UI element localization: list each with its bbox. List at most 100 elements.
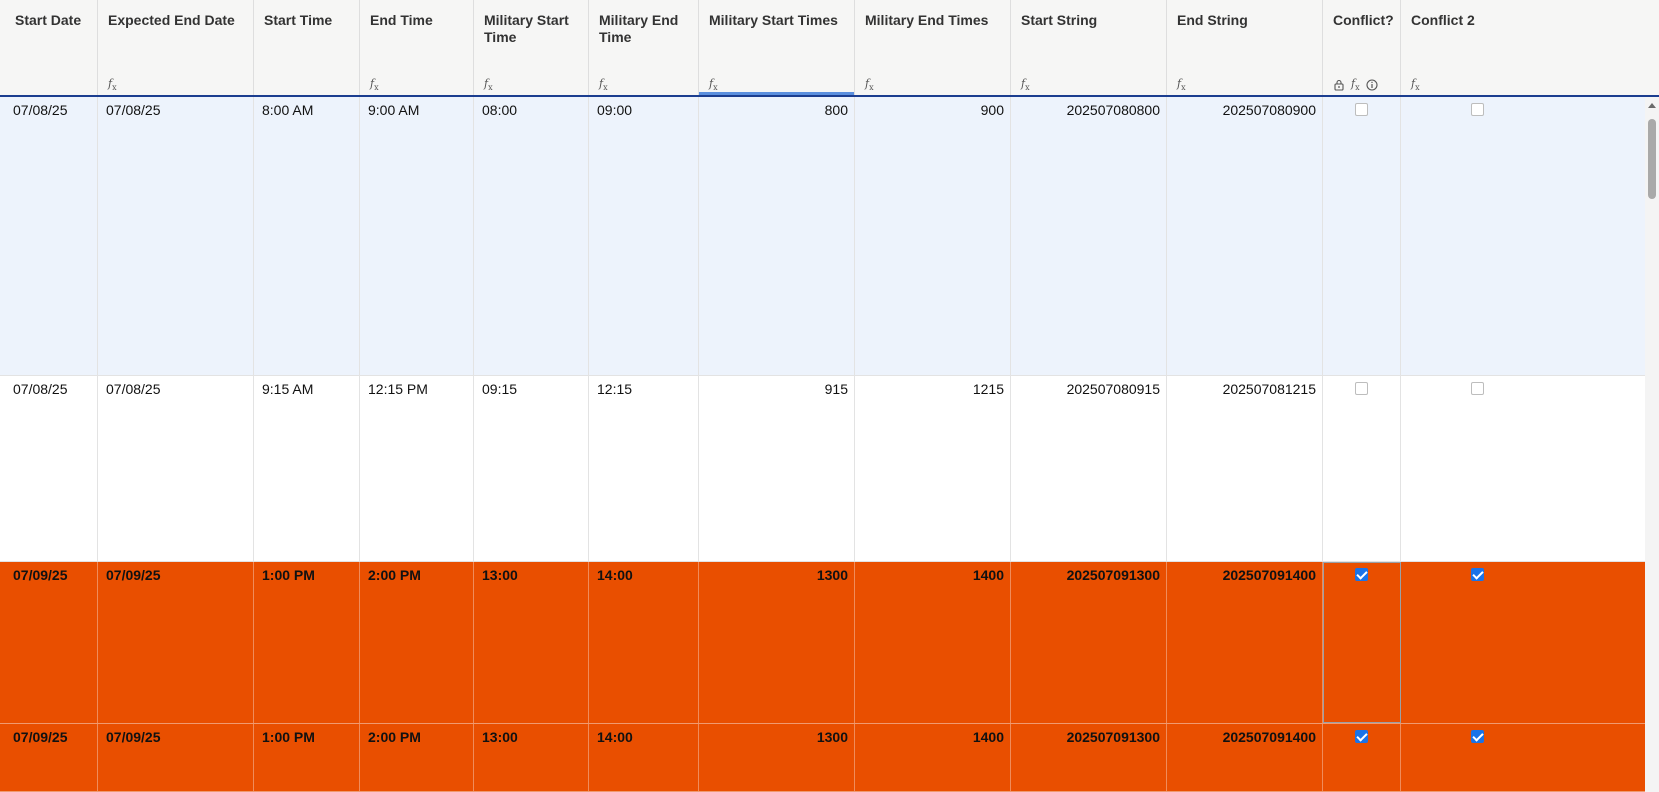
- cell-start-time[interactable]: 1:00 PM: [254, 562, 360, 723]
- cell-military-start-time[interactable]: 08:00: [474, 97, 589, 375]
- cell-conflict[interactable]: [1323, 562, 1401, 723]
- fx-icon: fx: [484, 77, 493, 93]
- sheet-grid: Start Date Expected End Date fx Start Ti…: [0, 0, 1659, 792]
- col-header-military-start-time[interactable]: Military Start Time fx: [474, 0, 589, 95]
- table-row[interactable]: 07/09/25 07/09/25 1:00 PM 2:00 PM 13:00 …: [0, 724, 1645, 792]
- cell-military-start-times[interactable]: 915: [699, 376, 855, 561]
- col-label: End String: [1177, 12, 1248, 28]
- cell-military-end-time[interactable]: 14:00: [589, 562, 699, 723]
- info-icon[interactable]: [1366, 79, 1378, 91]
- conflict-checkbox[interactable]: [1355, 730, 1368, 743]
- header-scroll-corner: [1645, 0, 1659, 97]
- cell-start-date[interactable]: 07/08/25: [5, 97, 98, 375]
- cell-end-time[interactable]: 2:00 PM: [360, 724, 474, 791]
- conflict-2-checkbox[interactable]: [1471, 103, 1484, 116]
- col-header-expected-end-date[interactable]: Expected End Date fx: [98, 0, 254, 95]
- cell-military-end-time[interactable]: 14:00: [589, 724, 699, 791]
- cell-start-string[interactable]: 202507080800: [1011, 97, 1167, 375]
- cell-military-start-times[interactable]: 1300: [699, 724, 855, 791]
- col-header-military-end-times[interactable]: Military End Times fx: [855, 0, 1011, 95]
- conflict-checkbox[interactable]: [1355, 382, 1368, 395]
- conflict-checkbox[interactable]: [1355, 103, 1368, 116]
- cell-start-string[interactable]: 202507091300: [1011, 724, 1167, 791]
- col-header-end-string[interactable]: End String fx: [1167, 0, 1323, 95]
- fx-icon: fx: [1177, 77, 1186, 93]
- cell-end-string[interactable]: 202507080900: [1167, 97, 1323, 375]
- cell-expected-end-date[interactable]: 07/08/25: [98, 97, 254, 375]
- col-label: Military End Time: [599, 12, 679, 45]
- cell-expected-end-date[interactable]: 07/08/25: [98, 376, 254, 561]
- cell-conflict[interactable]: [1323, 724, 1401, 791]
- fx-icon: fx: [599, 77, 608, 93]
- col-header-military-start-times[interactable]: Military Start Times fx: [699, 0, 855, 95]
- conflict-checkbox[interactable]: [1355, 568, 1368, 581]
- col-label: Military Start Times: [709, 12, 838, 28]
- lock-icon: [1334, 79, 1344, 91]
- col-label: Military End Times: [865, 12, 989, 28]
- col-header-conflict-2[interactable]: Conflict 2 fx: [1401, 0, 1645, 95]
- table-row[interactable]: 07/09/25 07/09/25 1:00 PM 2:00 PM 13:00 …: [0, 562, 1645, 724]
- cell-conflict-2[interactable]: [1401, 562, 1645, 723]
- cell-military-end-time[interactable]: 09:00: [589, 97, 699, 375]
- cell-military-start-time[interactable]: 09:15: [474, 376, 589, 561]
- col-header-start-time[interactable]: Start Time: [254, 0, 360, 95]
- cell-end-time[interactable]: 9:00 AM: [360, 97, 474, 375]
- fx-icon: fx: [370, 77, 379, 93]
- cell-start-time[interactable]: 1:00 PM: [254, 724, 360, 791]
- vertical-scrollbar[interactable]: [1645, 97, 1659, 792]
- cell-conflict[interactable]: [1323, 376, 1401, 561]
- col-label: Start Time: [264, 12, 333, 28]
- fx-icon: fx: [1351, 77, 1360, 93]
- conflict-2-checkbox[interactable]: [1471, 382, 1484, 395]
- col-label: Conflict 2: [1411, 12, 1475, 28]
- fx-icon: fx: [1021, 77, 1030, 93]
- col-label: Military Start Time: [484, 12, 569, 45]
- cell-end-string[interactable]: 202507081215: [1167, 376, 1323, 561]
- scrollbar-thumb[interactable]: [1648, 119, 1656, 199]
- cell-start-string[interactable]: 202507080915: [1011, 376, 1167, 561]
- col-label: End Time: [370, 12, 433, 28]
- fx-icon: fx: [709, 77, 718, 93]
- cell-military-start-time[interactable]: 13:00: [474, 562, 589, 723]
- conflict-2-checkbox[interactable]: [1471, 730, 1484, 743]
- cell-start-date[interactable]: 07/09/25: [5, 724, 98, 791]
- column-selected-indicator: [699, 92, 854, 95]
- cell-military-start-time[interactable]: 13:00: [474, 724, 589, 791]
- col-header-conflict[interactable]: Conflict? fx: [1323, 0, 1401, 95]
- cell-military-end-times[interactable]: 1400: [855, 562, 1011, 723]
- cell-military-start-times[interactable]: 1300: [699, 562, 855, 723]
- cell-military-end-time[interactable]: 12:15: [589, 376, 699, 561]
- cell-conflict-2[interactable]: [1401, 724, 1645, 791]
- conflict-2-checkbox[interactable]: [1471, 568, 1484, 581]
- cell-conflict-2[interactable]: [1401, 97, 1645, 375]
- table-row[interactable]: 07/08/25 07/08/25 9:15 AM 12:15 PM 09:15…: [0, 376, 1645, 562]
- col-label: Conflict?: [1333, 12, 1394, 28]
- cell-military-end-times[interactable]: 1400: [855, 724, 1011, 791]
- fx-icon: fx: [865, 77, 874, 93]
- table-row[interactable]: 07/08/25 07/08/25 8:00 AM 9:00 AM 08:00 …: [0, 97, 1645, 376]
- col-header-military-end-time[interactable]: Military End Time fx: [589, 0, 699, 95]
- cell-end-time[interactable]: 12:15 PM: [360, 376, 474, 561]
- cell-expected-end-date[interactable]: 07/09/25: [98, 562, 254, 723]
- cell-start-date[interactable]: 07/08/25: [5, 376, 98, 561]
- cell-military-start-times[interactable]: 800: [699, 97, 855, 375]
- col-header-start-string[interactable]: Start String fx: [1011, 0, 1167, 95]
- col-header-start-date[interactable]: Start Date: [5, 0, 98, 95]
- cell-military-end-times[interactable]: 1215: [855, 376, 1011, 561]
- cell-start-time[interactable]: 8:00 AM: [254, 97, 360, 375]
- cell-conflict-2[interactable]: [1401, 376, 1645, 561]
- cell-expected-end-date[interactable]: 07/09/25: [98, 724, 254, 791]
- cell-military-end-times[interactable]: 900: [855, 97, 1011, 375]
- cell-start-time[interactable]: 9:15 AM: [254, 376, 360, 561]
- scroll-up-arrow-icon[interactable]: [1648, 103, 1656, 108]
- cell-start-string[interactable]: 202507091300: [1011, 562, 1167, 723]
- cell-end-time[interactable]: 2:00 PM: [360, 562, 474, 723]
- col-label: Start Date: [15, 12, 82, 28]
- cell-end-string[interactable]: 202507091400: [1167, 562, 1323, 723]
- cell-start-date[interactable]: 07/09/25: [5, 562, 98, 723]
- column-header-row: Start Date Expected End Date fx Start Ti…: [0, 0, 1645, 97]
- cell-conflict[interactable]: [1323, 97, 1401, 375]
- col-label: Expected End Date: [108, 12, 235, 28]
- cell-end-string[interactable]: 202507091400: [1167, 724, 1323, 791]
- col-header-end-time[interactable]: End Time fx: [360, 0, 474, 95]
